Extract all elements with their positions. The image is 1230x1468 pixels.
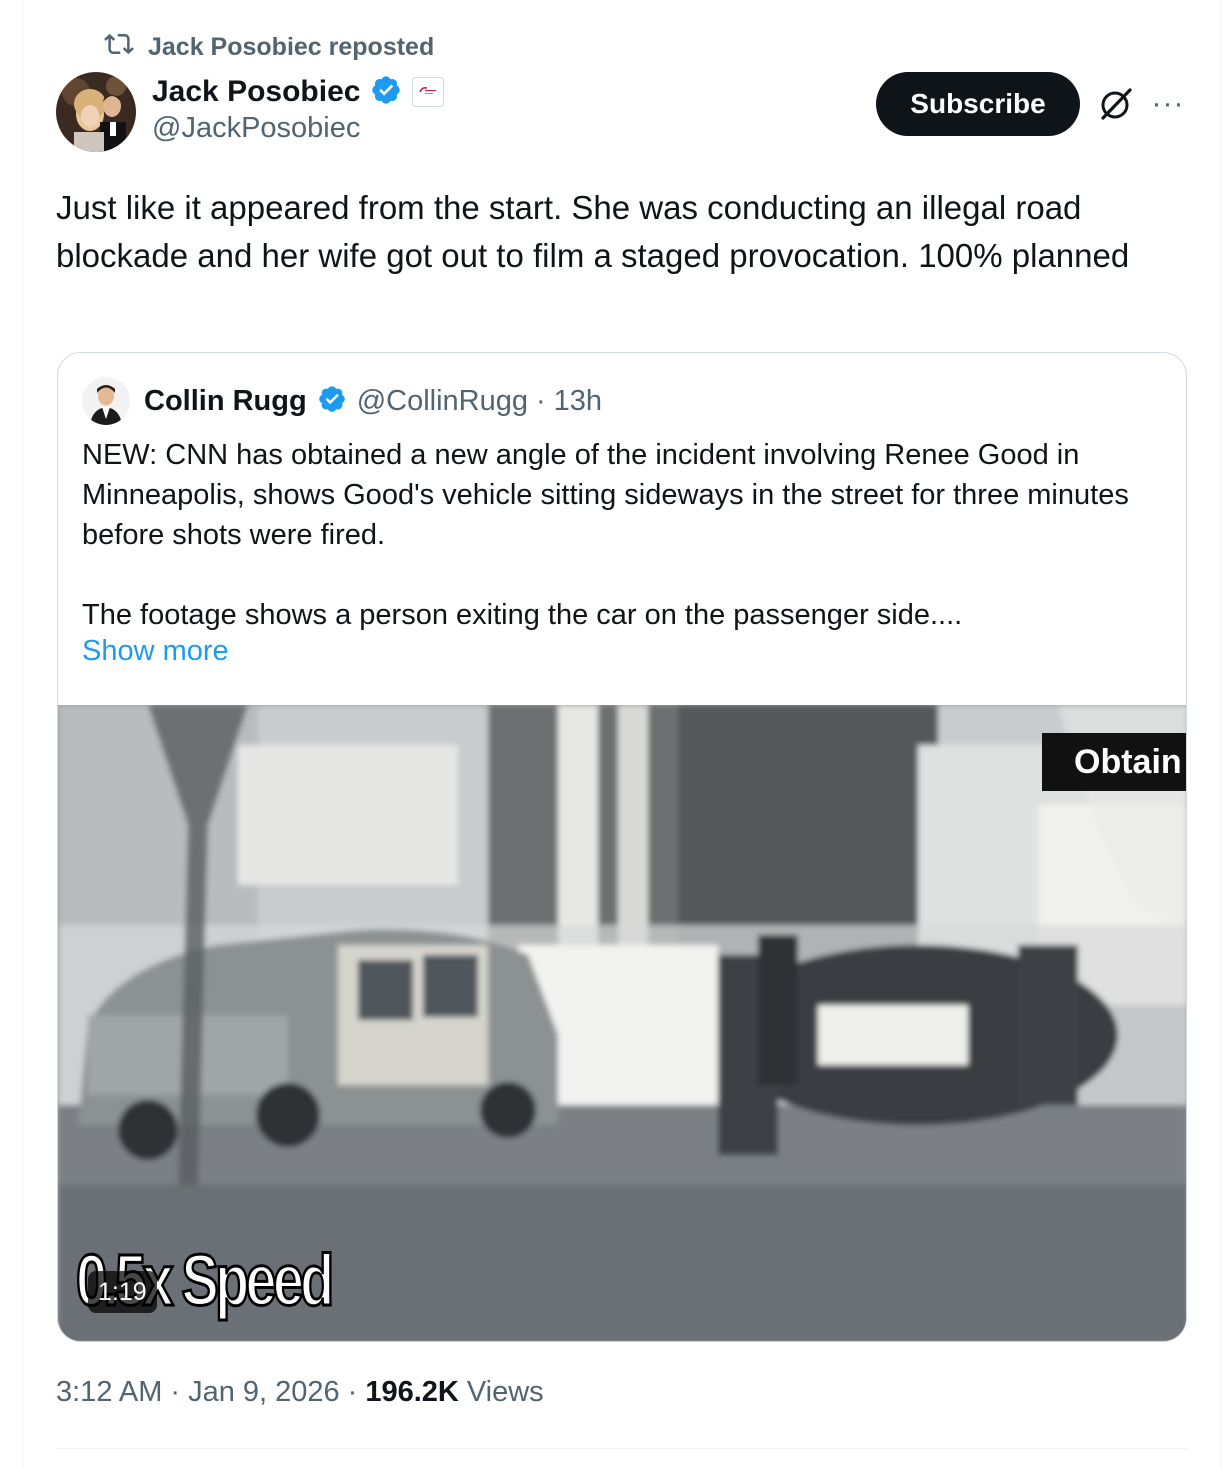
author-avatar[interactable] <box>56 72 136 152</box>
meta-separator: · <box>535 384 546 417</box>
author-display-name[interactable]: Jack Posobiec <box>152 75 360 109</box>
video-duration-badge: 1:19 <box>88 1271 157 1313</box>
repost-icon <box>104 29 134 66</box>
quoted-verified-badge-icon <box>317 384 347 419</box>
quoted-paragraph-2: The footage shows a person exiting the c… <box>82 599 963 631</box>
video-player[interactable]: Obtain 0.5x Speed 1:19 <box>58 705 1186 1341</box>
timeline-border-right <box>1220 0 1221 1468</box>
timeline-border-left <box>22 0 23 1468</box>
views-label: Views <box>466 1376 544 1408</box>
post-time[interactable]: 3:12 AM <box>56 1376 162 1409</box>
quoted-author-handle[interactable]: @CollinRugg <box>357 385 528 418</box>
quoted-paragraph-1: NEW: CNN has obtained a new angle of the… <box>82 439 1129 551</box>
subscribe-button[interactable]: Subscribe <box>876 72 1080 136</box>
quoted-author-avatar[interactable] <box>82 377 130 425</box>
quoted-author-display-name[interactable]: Collin Rugg <box>144 385 307 418</box>
news-caption-overlay: Obtain <box>1042 733 1186 791</box>
post-date[interactable]: Jan 9, 2026 <box>188 1376 340 1409</box>
verified-badge-icon <box>370 74 402 111</box>
quoted-post-text: NEW: CNN has obtained a new angle of the… <box>82 435 1162 635</box>
views-count: 196.2K <box>365 1376 459 1408</box>
repost-label: Jack Posobiec reposted <box>148 32 435 61</box>
post-timestamp[interactable]: 3:12 AM · Jan 9, 2026 · 196.2K Views <box>56 1376 544 1409</box>
quoted-post-time[interactable]: 13h <box>554 385 602 418</box>
timestamp-separator: · <box>170 1376 181 1408</box>
more-options-icon[interactable]: ··· <box>1148 86 1188 122</box>
post-text: Just like it appeared from the start. Sh… <box>56 189 1130 274</box>
quoted-post-card[interactable]: Collin Rugg @CollinRugg · 13h NEW: CNN h… <box>57 352 1187 1342</box>
repost-indicator[interactable]: Jack Posobiec reposted <box>104 30 434 64</box>
author-handle[interactable]: @JackPosobiec <box>152 112 360 145</box>
grok-icon[interactable] <box>1096 84 1136 124</box>
divider <box>56 1448 1188 1449</box>
affiliation-badge-icon[interactable] <box>412 77 445 107</box>
timestamp-separator-2: · <box>347 1376 358 1408</box>
show-more-link[interactable]: Show more <box>82 635 229 668</box>
